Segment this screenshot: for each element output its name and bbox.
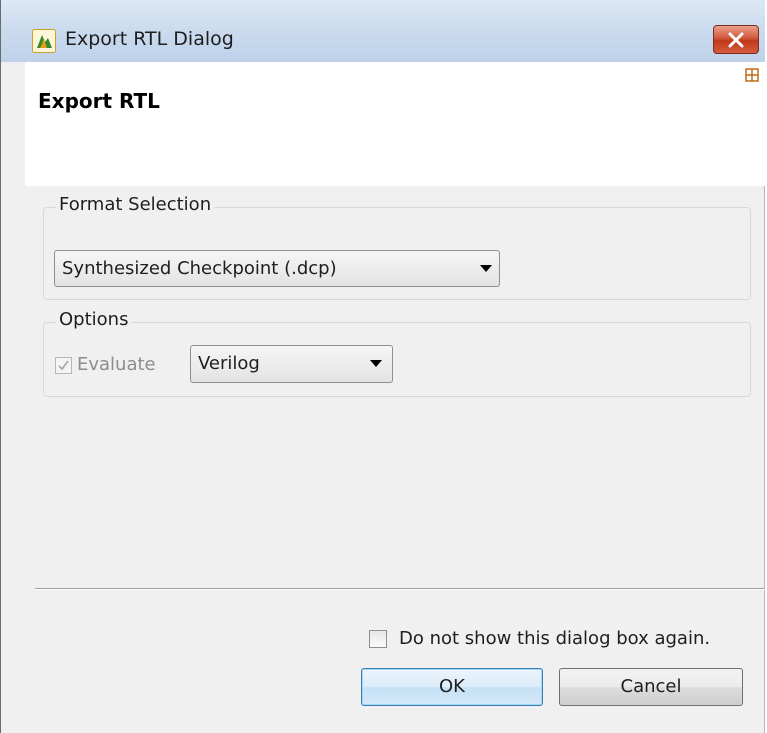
left-edge-strip	[1, 62, 25, 733]
footer-separator	[35, 588, 765, 590]
dont-show-again-label[interactable]: Do not show this dialog box again.	[399, 628, 710, 649]
dont-show-again-checkbox[interactable]	[369, 630, 387, 648]
options-group: Options Evaluate Verilog	[43, 309, 751, 397]
grid-icon	[745, 67, 759, 82]
language-dropdown-value: Verilog	[198, 353, 260, 374]
title-bar[interactable]: Export RTL Dialog	[1, 0, 765, 62]
vivado-app-icon	[32, 29, 56, 53]
format-dropdown-value: Synthesized Checkpoint (.dcp)	[62, 258, 337, 279]
checkmark-icon	[58, 360, 69, 371]
export-rtl-dialog: Export RTL Dialog Export RTL Format Sele…	[0, 0, 765, 733]
evaluate-checkbox	[55, 357, 72, 374]
language-dropdown[interactable]: Verilog	[190, 345, 393, 383]
evaluate-label: Evaluate	[77, 354, 156, 375]
ok-button[interactable]: OK	[361, 668, 543, 706]
format-selection-group: Format Selection Synthesized Checkpoint …	[43, 194, 751, 300]
close-button[interactable]	[713, 25, 759, 54]
header-banner: Export RTL	[25, 62, 765, 186]
cancel-button[interactable]: Cancel	[559, 668, 743, 706]
window-title: Export RTL Dialog	[65, 28, 234, 50]
format-dropdown[interactable]: Synthesized Checkpoint (.dcp)	[54, 250, 500, 287]
format-selection-legend: Format Selection	[56, 194, 215, 215]
close-icon	[728, 32, 744, 48]
banner-title: Export RTL	[38, 89, 160, 113]
dropdown-arrow-icon	[480, 265, 492, 272]
dropdown-arrow-icon	[370, 360, 382, 367]
options-legend: Options	[56, 309, 132, 330]
